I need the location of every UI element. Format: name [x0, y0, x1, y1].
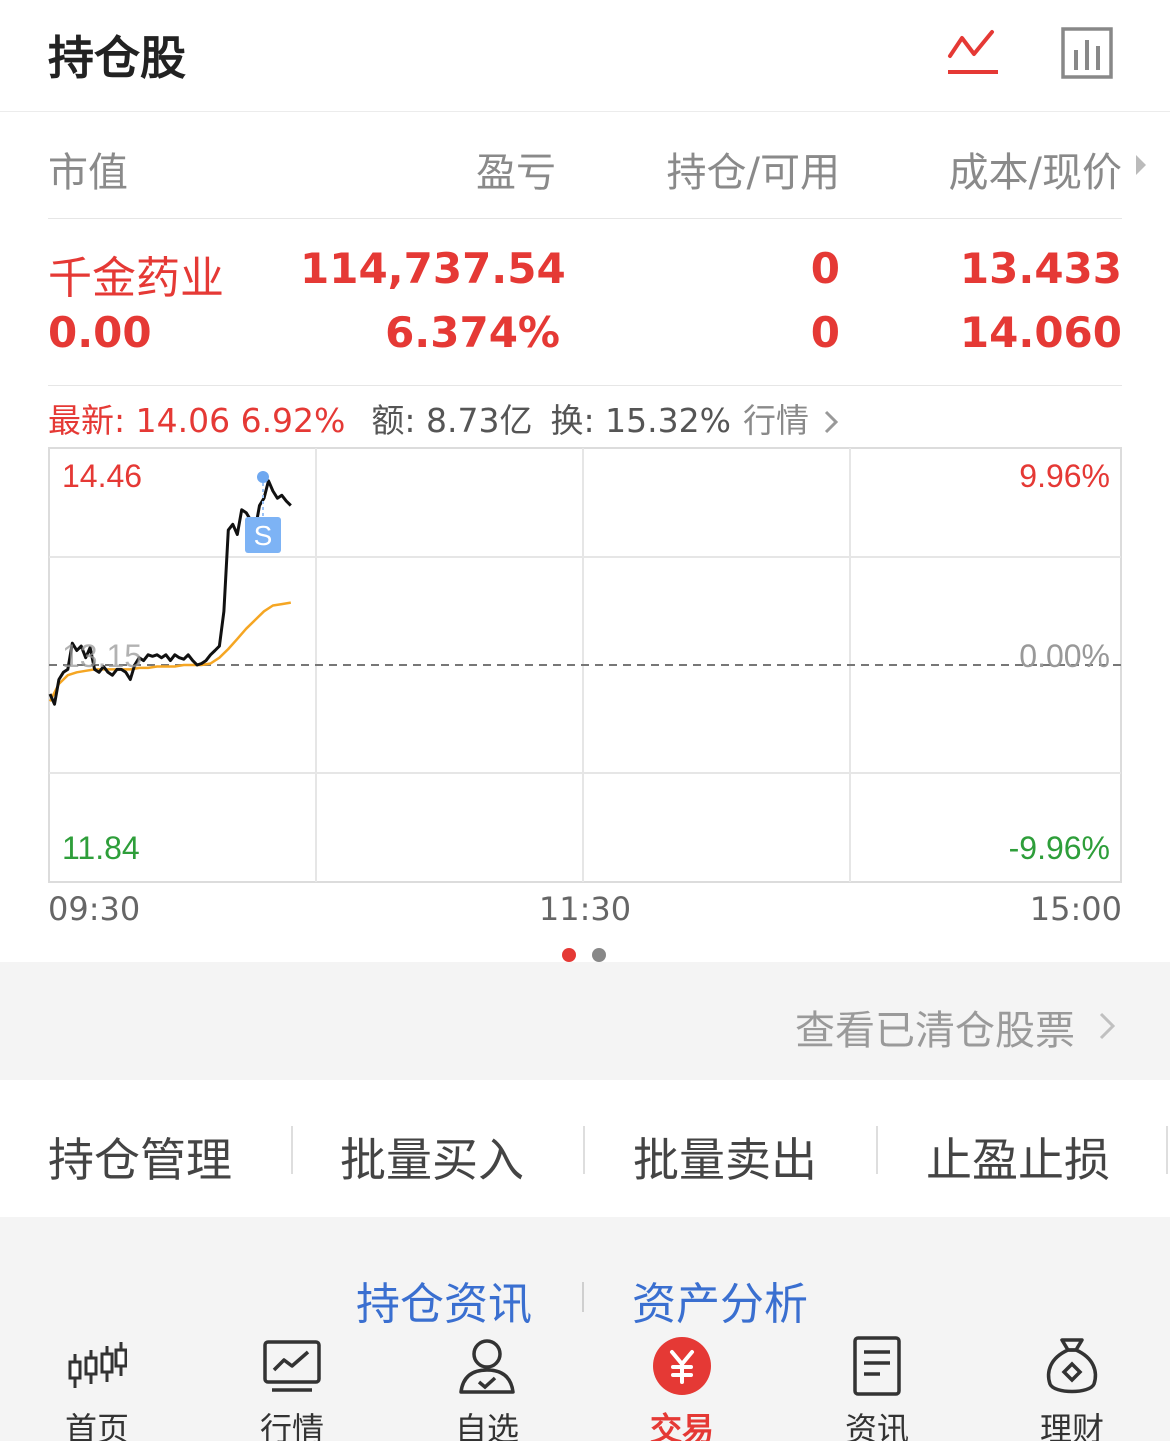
- time-label-start: 09:30: [48, 890, 141, 928]
- bottom-area: [0, 1217, 1170, 1441]
- latest-quote: 最新: 14.06 6.92%: [48, 401, 346, 440]
- tab-wealth[interactable]: 理财: [1012, 1330, 1132, 1441]
- column-cost[interactable]: 成本/现价: [880, 140, 1122, 198]
- position-count: 0: [810, 244, 840, 293]
- bar-chart-icon[interactable]: [1060, 26, 1114, 80]
- time-label-end: 15:00: [1029, 890, 1122, 928]
- column-market-value: 市值: [48, 150, 128, 196]
- page-dot[interactable]: [592, 948, 606, 962]
- trend-chart-icon: [263, 1340, 321, 1392]
- pnl-amount: 114,737.54: [300, 244, 566, 293]
- batch-sell-button[interactable]: 批量卖出: [633, 1124, 817, 1190]
- separator: [582, 1282, 584, 1312]
- separator: [1166, 1126, 1168, 1174]
- page-title: 持仓股: [48, 31, 186, 85]
- separator: [876, 1126, 878, 1174]
- y-high-label: 14.46: [62, 458, 142, 494]
- tab-market[interactable]: 行情: [232, 1330, 352, 1441]
- marker-label: S: [254, 520, 273, 551]
- cost-price: 13.433: [959, 244, 1122, 293]
- position-manage-button[interactable]: 持仓管理: [48, 1124, 232, 1190]
- intraday-chart[interactable]: 14.46 13.15 11.84 9.96% 0.00% -9.96% S: [48, 447, 1122, 883]
- pct-mid-label: 0.00%: [1019, 638, 1110, 674]
- tab-label: 行情: [259, 1410, 324, 1441]
- y-low-label: 11.84: [62, 830, 140, 866]
- tab-label: 资讯: [844, 1410, 909, 1441]
- tab-trade[interactable]: 交易: [622, 1330, 742, 1441]
- column-position: 持仓/可用: [666, 150, 840, 196]
- yuan-icon: [653, 1337, 711, 1395]
- current-price: 14.060: [959, 308, 1122, 357]
- separator: [583, 1126, 585, 1174]
- position-news-link[interactable]: 持仓资讯: [356, 1268, 532, 1332]
- batch-buy-button[interactable]: 批量买入: [340, 1124, 524, 1190]
- chevron-right-icon[interactable]: [1098, 1008, 1116, 1044]
- tab-label: 理财: [1039, 1410, 1104, 1441]
- y-mid-label: 13.15: [62, 638, 142, 674]
- page-dot-active[interactable]: [562, 948, 576, 962]
- market-value: 0.00: [48, 308, 152, 357]
- candlestick-icon: [68, 1342, 127, 1388]
- divider: [48, 385, 1122, 386]
- asset-analysis-link[interactable]: 资产分析: [632, 1268, 808, 1332]
- tab-home[interactable]: 首页: [37, 1330, 157, 1441]
- divider: [48, 218, 1122, 219]
- pnl-percent: 6.374%: [385, 308, 560, 357]
- chevron-right-icon[interactable]: [823, 408, 839, 436]
- trade-amount: 额: 8.73亿: [371, 401, 533, 440]
- stock-name: 千金药业: [48, 253, 224, 304]
- cleared-stocks-link[interactable]: 查看已清仓股票: [700, 998, 1075, 1056]
- stop-profit-loss-button[interactable]: 止盈止损: [926, 1124, 1110, 1190]
- time-label-mid: 11:30: [538, 890, 632, 928]
- page-header: 持仓股: [0, 0, 1170, 112]
- tab-watchlist[interactable]: 自选: [427, 1330, 547, 1441]
- line-chart-icon[interactable]: [946, 28, 1000, 78]
- pct-high-label: 9.96%: [1019, 458, 1110, 494]
- tab-news[interactable]: 资讯: [817, 1330, 937, 1441]
- tab-label: 自选: [454, 1410, 519, 1441]
- market-link[interactable]: 行情: [743, 401, 809, 440]
- money-bag-icon: [1046, 1338, 1098, 1394]
- pct-low-label: -9.96%: [1009, 830, 1110, 866]
- quote-bar: 最新: 14.06 6.92% 额: 8.73亿 换: 15.32% 行情: [48, 394, 839, 442]
- tab-label: 首页: [64, 1410, 129, 1441]
- available-count: 0: [810, 308, 840, 357]
- chevron-right-icon[interactable]: [1134, 150, 1148, 180]
- document-icon: [853, 1336, 901, 1396]
- column-pnl: 盈亏: [476, 150, 556, 196]
- separator: [291, 1126, 293, 1174]
- turnover-rate: 换: 15.32%: [550, 401, 731, 440]
- user-check-icon: [459, 1339, 515, 1394]
- tab-label: 交易: [649, 1410, 714, 1441]
